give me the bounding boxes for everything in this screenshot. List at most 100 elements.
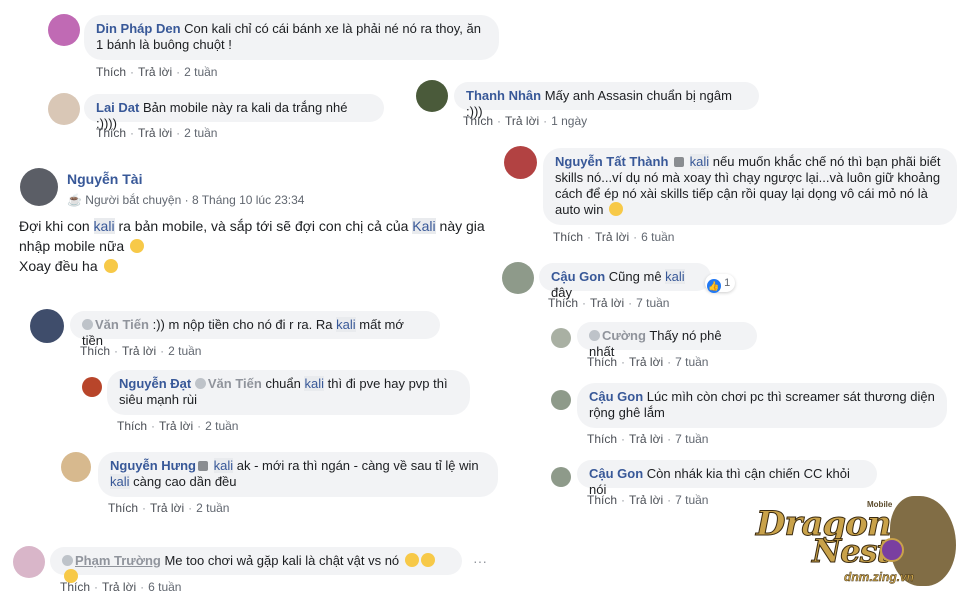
comment-time[interactable]: 2 tuần: [205, 419, 238, 433]
logo-gem-icon: [880, 538, 904, 562]
reply-link[interactable]: Trả lời: [590, 296, 624, 310]
comment-author[interactable]: Cậu Gon: [589, 466, 643, 481]
comment-actions: Thích · Trả lời · 7 tuần: [587, 432, 708, 446]
comment-time[interactable]: 2 tuần: [184, 65, 217, 79]
comment-bubble: Thanh Nhân Mấy anh Assasin chuẩn bị ngâm…: [454, 82, 759, 119]
separator: ·: [176, 126, 181, 140]
avatar[interactable]: [502, 262, 534, 294]
separator: ·: [543, 114, 548, 128]
comment-time[interactable]: 7 tuần: [675, 432, 708, 446]
reply-link[interactable]: Trả lời: [138, 126, 172, 140]
comment-bubble: Cậu Gon Cũng mê kali đây: [539, 263, 711, 300]
like-link[interactable]: Thích: [553, 230, 583, 244]
comment-text: chuẩn: [265, 376, 301, 391]
like-link[interactable]: Thích: [96, 126, 126, 140]
more-options-icon[interactable]: ···: [473, 553, 487, 569]
comment-author[interactable]: Nguyễn Đạt: [119, 376, 191, 391]
reply-link[interactable]: Trả lời: [629, 355, 663, 369]
tag-link[interactable]: kali: [665, 269, 685, 284]
separator: ·: [667, 493, 672, 507]
post-date[interactable]: 8 Tháng 10 lúc 23:34: [192, 193, 305, 207]
tag-link[interactable]: kali: [93, 218, 115, 234]
comment-author[interactable]: Nguyễn Tất Thành: [555, 154, 668, 169]
like-link[interactable]: Thích: [108, 501, 138, 515]
like-link[interactable]: Thích: [463, 114, 493, 128]
tag-link[interactable]: kali: [336, 317, 356, 332]
post-text: Đợi khi con kali ra bản mobile, và sắp t…: [19, 216, 499, 276]
reply-link[interactable]: Trả lời: [122, 344, 156, 358]
reaction-count[interactable]: 👍 1: [705, 274, 736, 293]
avatar[interactable]: [48, 14, 80, 46]
reply-link[interactable]: Trả lời: [505, 114, 539, 128]
comment-author[interactable]: Nguyễn Hưng: [110, 458, 196, 473]
separator: ·: [176, 65, 181, 79]
like-link[interactable]: Thích: [548, 296, 578, 310]
reply-link[interactable]: Trả lời: [629, 493, 663, 507]
avatar[interactable]: [551, 467, 571, 487]
tag-link[interactable]: kali: [213, 458, 234, 473]
like-link[interactable]: Thích: [96, 65, 126, 79]
like-link[interactable]: Thích: [60, 580, 90, 594]
avatar[interactable]: [551, 390, 571, 410]
avatar[interactable]: [48, 93, 80, 125]
tag-link[interactable]: Kali: [412, 218, 436, 234]
tag-link[interactable]: kali: [689, 154, 710, 169]
comment-time[interactable]: 2 tuần: [168, 344, 201, 358]
verified-badge-icon: [589, 330, 600, 341]
comment-bubble: Cậu Gon Lúc mìh còn chơi pc thì screamer…: [577, 383, 947, 428]
reply-link[interactable]: Trả lời: [102, 580, 136, 594]
avatar[interactable]: [416, 80, 448, 112]
separator: ·: [114, 344, 119, 358]
avatar[interactable]: [82, 377, 102, 397]
comment-time[interactable]: 6 tuần: [641, 230, 674, 244]
separator: ·: [582, 296, 587, 310]
comment-time[interactable]: 2 tuần: [184, 126, 217, 140]
comment-author[interactable]: Cậu Gon: [551, 269, 605, 284]
reply-link[interactable]: Trả lời: [159, 419, 193, 433]
avatar[interactable]: [30, 309, 64, 343]
reply-link[interactable]: Trả lời: [595, 230, 629, 244]
avatar[interactable]: [61, 452, 91, 482]
comment-time[interactable]: 7 tuần: [675, 493, 708, 507]
avatar[interactable]: [551, 328, 571, 348]
tag-link[interactable]: kali: [110, 474, 130, 489]
comment-time[interactable]: 1 ngày: [551, 114, 587, 128]
comment-author[interactable]: Cường: [602, 328, 646, 343]
like-link[interactable]: Thích: [80, 344, 110, 358]
post-text-part: Xoay đều ha: [19, 258, 98, 274]
comment-time[interactable]: 7 tuần: [636, 296, 669, 310]
avatar[interactable]: [20, 168, 58, 206]
avatar[interactable]: [504, 146, 537, 179]
like-link[interactable]: Thích: [587, 355, 617, 369]
comment-author[interactable]: Văn Tiến: [95, 317, 149, 332]
separator: ·: [633, 230, 638, 244]
verified-badge-icon: [194, 378, 206, 389]
reply-link[interactable]: Trả lời: [138, 65, 172, 79]
comment-author[interactable]: Phạm Trường: [75, 553, 161, 568]
mention-link[interactable]: Văn Tiến: [208, 376, 262, 391]
comment-time[interactable]: 2 tuần: [196, 501, 229, 515]
comment-actions: Thích · Trả lời · 2 tuần: [96, 126, 217, 140]
comment-text: ak - mới ra thì ngán - càng về sau tỉ lệ…: [236, 458, 479, 473]
comment-time[interactable]: 6 tuần: [148, 580, 181, 594]
tag-link[interactable]: kali: [304, 376, 324, 391]
reply-link[interactable]: Trả lời: [150, 501, 184, 515]
like-link[interactable]: Thích: [587, 493, 617, 507]
comment-author[interactable]: Lai Dat: [96, 100, 139, 115]
reaction-number: 1: [724, 277, 731, 289]
like-link[interactable]: Thích: [117, 419, 147, 433]
post-author[interactable]: Nguyễn Tài: [67, 171, 142, 187]
comment-time[interactable]: 7 tuần: [675, 355, 708, 369]
post-text-part: Đợi khi con: [19, 218, 90, 234]
comment-author[interactable]: Cậu Gon: [589, 389, 643, 404]
avatar[interactable]: [13, 546, 45, 578]
post-text-part: này gia: [439, 218, 485, 234]
comment-author[interactable]: Din Pháp Den: [96, 21, 181, 36]
comment-actions: Thích · Trả lời · 2 tuần: [80, 344, 201, 358]
reply-link[interactable]: Trả lời: [629, 432, 663, 446]
like-link[interactable]: Thích: [587, 432, 617, 446]
separator: ·: [140, 580, 145, 594]
comment-author[interactable]: Thanh Nhân: [466, 88, 541, 103]
comment-actions: Thích · Trả lời · 6 tuần: [60, 580, 181, 594]
comment-text: Cũng mê: [608, 269, 662, 284]
